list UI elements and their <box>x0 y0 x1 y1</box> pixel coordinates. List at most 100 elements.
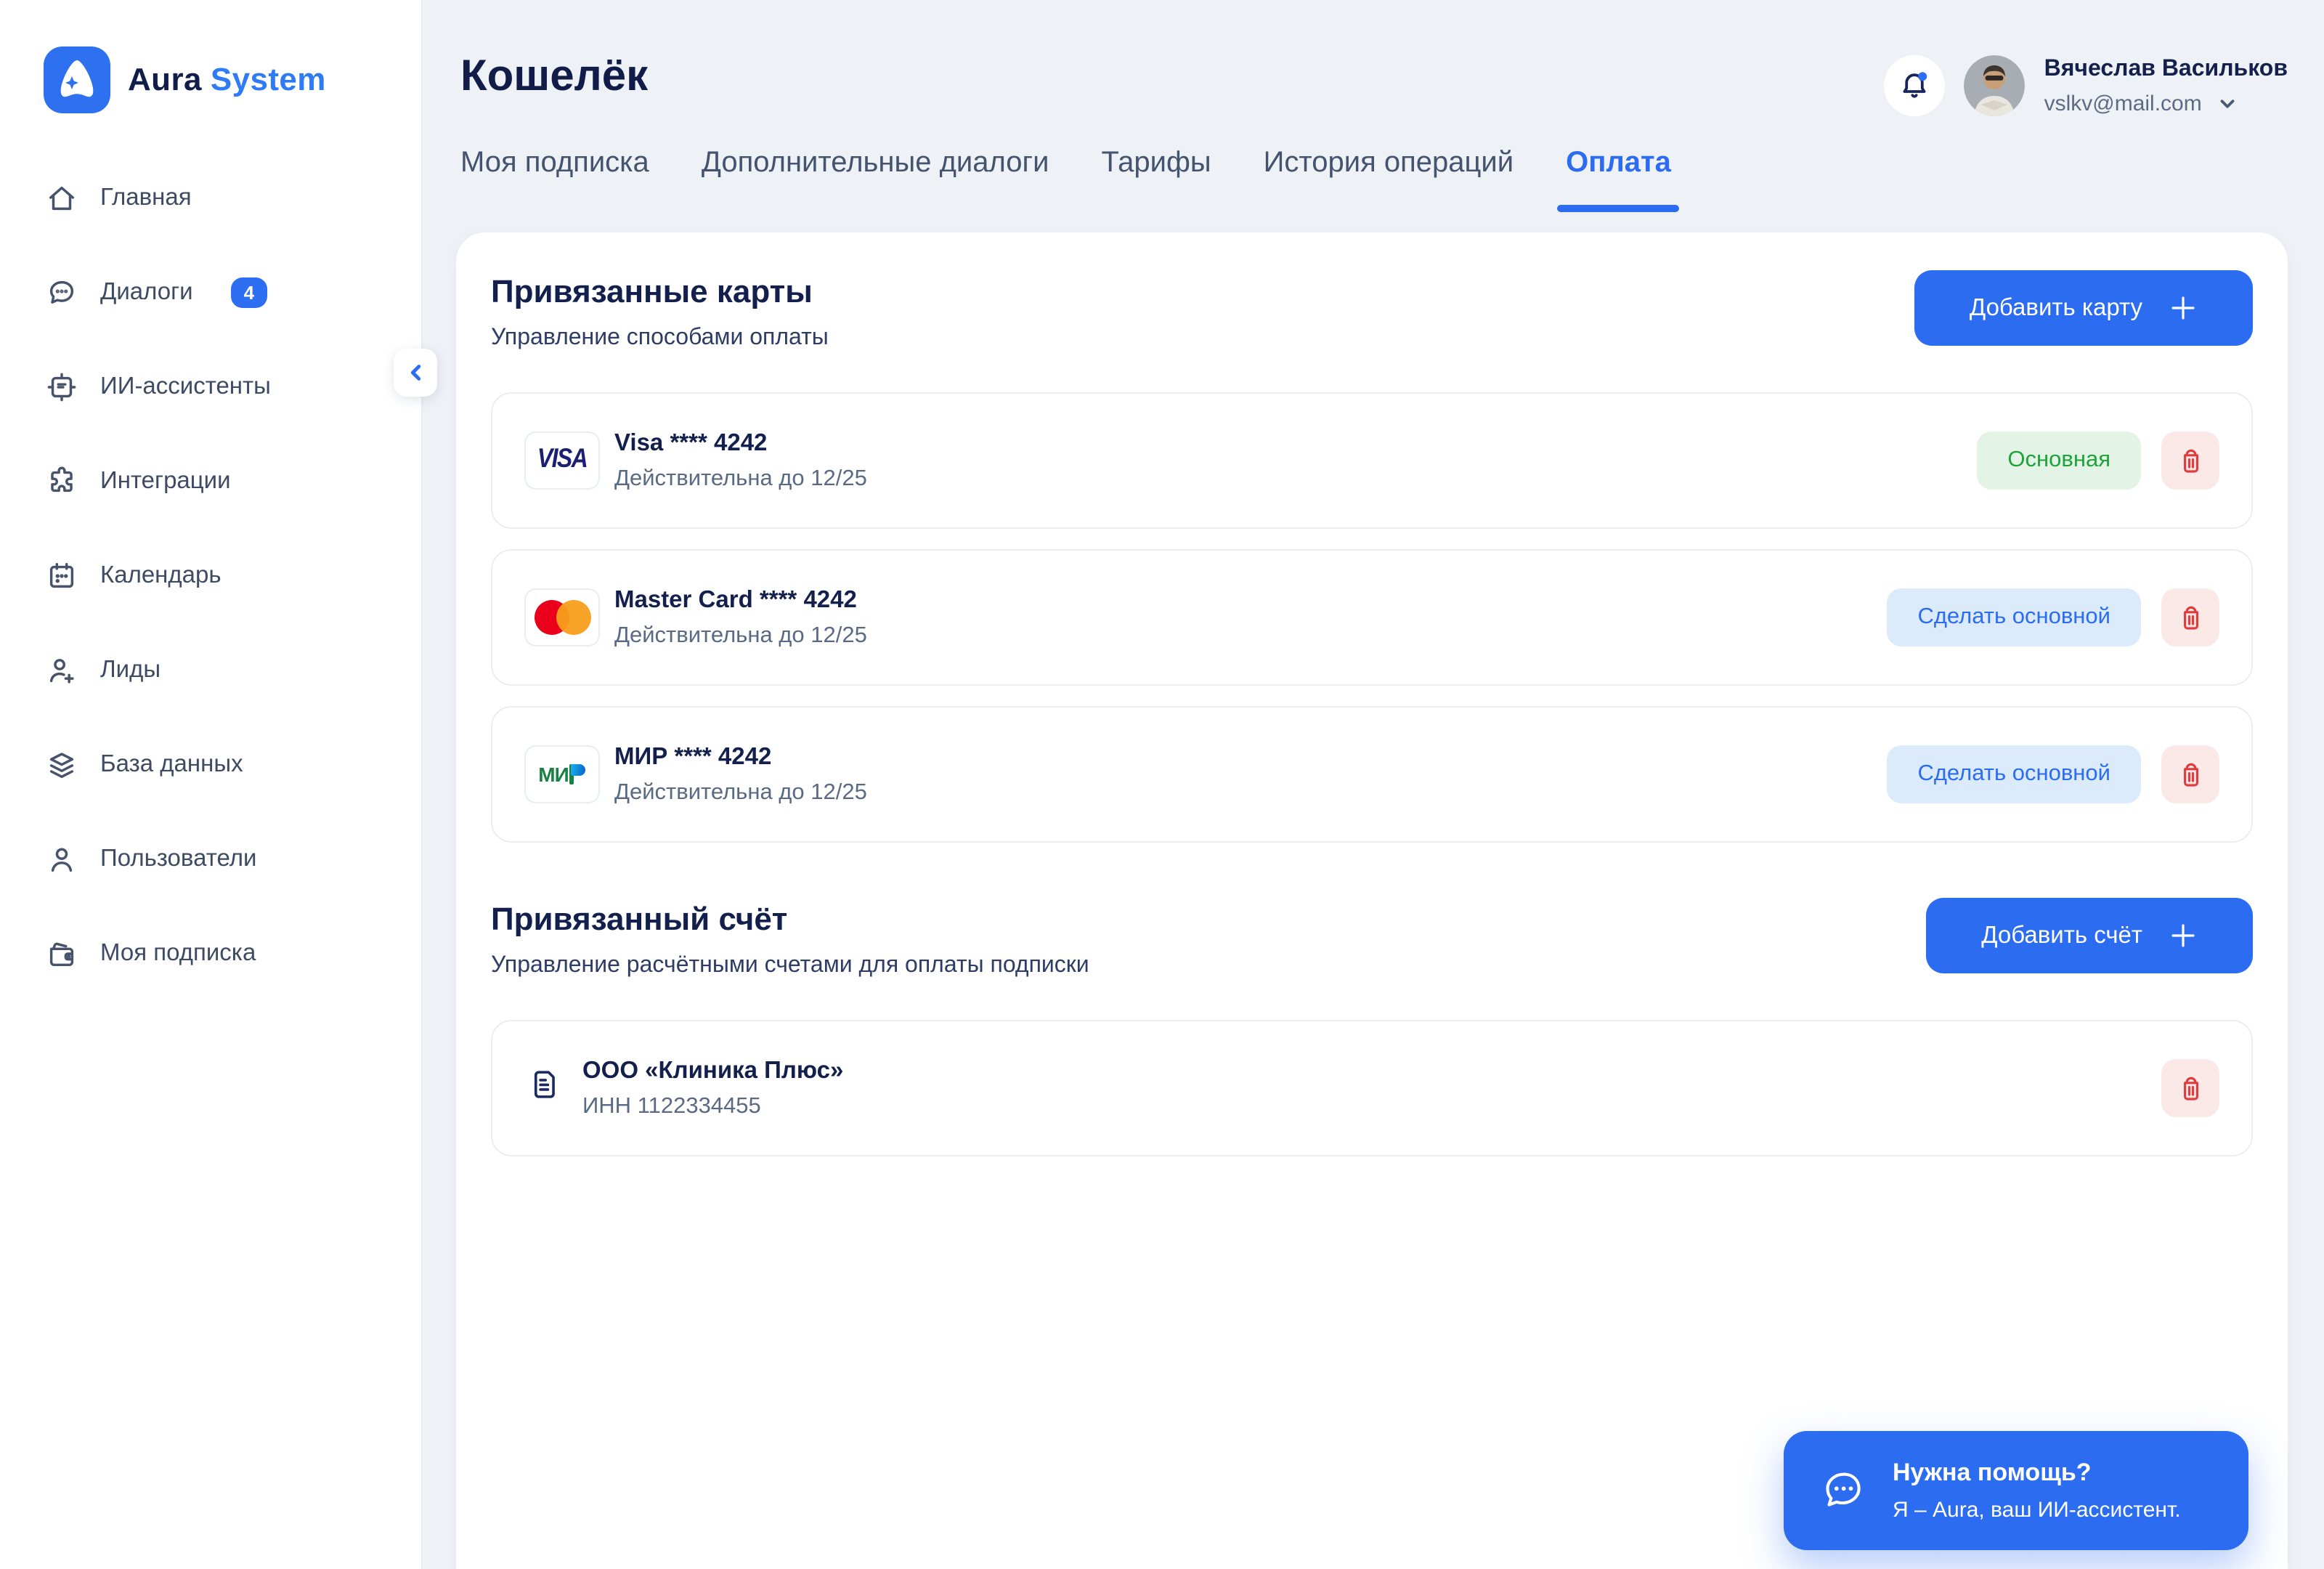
sidebar-item-calendar[interactable]: Календарь <box>0 529 421 623</box>
tab-bar: Моя подписка Дополнительные диалоги Тари… <box>460 147 1671 180</box>
brand-name: AuraSystem <box>128 61 326 99</box>
avatar[interactable] <box>1965 55 2026 116</box>
brand-name-accent: System <box>211 61 326 97</box>
account-section-title: Привязанный счёт <box>491 901 1089 938</box>
help-widget-subtitle: Я – Aura, ваш ИИ-ассистент. <box>1893 1498 2181 1523</box>
help-widget-title: Нужна помощь? <box>1893 1459 2181 1488</box>
card-row-visa: VISA Visa **** 4242 Действительна до 12/… <box>491 392 2253 529</box>
chevron-left-icon <box>405 362 426 384</box>
sidebar-item-label: Календарь <box>100 562 222 590</box>
trash-icon <box>2175 1073 2206 1103</box>
delete-card-button[interactable] <box>2161 745 2219 803</box>
card-title: Visa **** 4242 <box>614 431 867 455</box>
sidebar-item-database[interactable]: База данных <box>0 718 421 812</box>
payment-panel: Привязанные карты Управление способами о… <box>456 232 2288 1569</box>
sidebar-item-label: Интеграции <box>100 468 231 495</box>
card-expiry: Действительна до 12/25 <box>614 781 867 803</box>
layers-icon <box>45 748 78 782</box>
cards-list: VISA Visa **** 4242 Действительна до 12/… <box>491 392 2253 843</box>
mir-logo-icon: МИ <box>524 745 600 803</box>
aura-logo-icon <box>44 46 110 113</box>
sidebar-item-label: Пользователи <box>100 846 256 873</box>
user-name: Вячеслав Васильков <box>2044 57 2288 81</box>
add-card-button-label: Добавить карту <box>1970 294 2142 322</box>
delete-card-button[interactable] <box>2161 431 2219 490</box>
user-email: vslkv@mail.com <box>2044 92 2202 114</box>
cards-section-header: Привязанные карты Управление способами о… <box>491 270 2253 352</box>
add-card-button[interactable]: Добавить карту <box>1914 270 2253 346</box>
account-row: ООО «Клиника Плюс» ИНН 1122334455 <box>491 1020 2253 1156</box>
tab-payment[interactable]: Оплата <box>1566 147 1671 180</box>
sidebar-item-home[interactable]: Главная <box>0 151 421 246</box>
sidebar-nav: Главная Диалоги 4 ИИ-ассистенты Интеграц… <box>0 151 421 1001</box>
visa-logo-icon: VISA <box>524 431 600 490</box>
app-root: AuraSystem Главная Диалоги 4 ИИ-ассистен… <box>0 0 2324 1569</box>
puzzle-icon <box>45 465 78 498</box>
bell-icon <box>1898 68 1933 103</box>
trash-icon <box>2175 445 2206 476</box>
trash-icon <box>2175 602 2206 633</box>
chat-icon <box>45 276 78 309</box>
notifications-button[interactable] <box>1885 55 1946 116</box>
sidebar-item-label: Главная <box>100 185 192 212</box>
sidebar: AuraSystem Главная Диалоги 4 ИИ-ассистен… <box>0 0 423 1569</box>
account-inn: ИНН 1122334455 <box>582 1095 843 1117</box>
tab-operation-history[interactable]: История операций <box>1264 147 1514 180</box>
sidebar-item-label: Моя подписка <box>100 940 256 968</box>
sidebar-item-leads[interactable]: Лиды <box>0 623 421 718</box>
card-title: Master Card **** 4242 <box>614 588 867 612</box>
sidebar-item-dialogs[interactable]: Диалоги 4 <box>0 246 421 340</box>
tab-tariffs[interactable]: Тарифы <box>1101 147 1211 180</box>
cards-section-title: Привязанные карты <box>491 273 829 311</box>
sidebar-item-ai-assistants[interactable]: ИИ-ассистенты <box>0 340 421 434</box>
plus-icon <box>2169 921 2198 950</box>
tab-my-subscription[interactable]: Моя подписка <box>460 147 649 180</box>
user-info[interactable]: Вячеслав Васильков vslkv@mail.com <box>2044 57 2288 114</box>
card-expiry: Действительна до 12/25 <box>614 624 867 646</box>
accounts-list: ООО «Клиника Плюс» ИНН 1122334455 <box>491 1020 2253 1156</box>
sidebar-item-my-subscription[interactable]: Моя подписка <box>0 907 421 1001</box>
mastercard-logo-icon <box>524 588 600 646</box>
card-title: МИР **** 4242 <box>614 745 867 769</box>
chevron-down-icon[interactable] <box>2217 92 2238 114</box>
account-section-header: Привязанный счёт Управление расчётными с… <box>491 898 2253 979</box>
ai-help-widget[interactable]: Нужна помощь? Я – Aura, ваш ИИ-ассистент… <box>1784 1431 2248 1550</box>
wallet-icon <box>45 937 78 970</box>
card-row-mir: МИ МИР **** 4242 Действительна до 12/25 … <box>491 706 2253 843</box>
trash-icon <box>2175 759 2206 790</box>
home-icon <box>45 182 78 215</box>
card-row-mastercard: Master Card **** 4242 Действительна до 1… <box>491 549 2253 686</box>
user-plus-icon <box>45 654 78 687</box>
brand-name-primary: Aura <box>128 61 202 97</box>
add-account-button[interactable]: Добавить счёт <box>1926 898 2253 973</box>
chat-bubble-icon <box>1816 1464 1869 1517</box>
plus-icon <box>2169 293 2198 323</box>
sidebar-item-users[interactable]: Пользователи <box>0 812 421 907</box>
account-title: ООО «Клиника Плюс» <box>582 1059 843 1083</box>
cpu-icon <box>45 370 78 404</box>
page-title: Кошелёк <box>460 52 648 102</box>
sidebar-item-label: Лиды <box>100 657 161 684</box>
document-icon <box>524 1065 564 1111</box>
make-primary-button[interactable]: Сделать основной <box>1887 745 2141 803</box>
sidebar-item-integrations[interactable]: Интеграции <box>0 434 421 529</box>
account-section-subtitle: Управление расчётными счетами для оплаты… <box>491 953 1089 979</box>
sidebar-collapse-button[interactable] <box>394 349 437 397</box>
make-primary-button[interactable]: Сделать основной <box>1887 588 2141 646</box>
delete-card-button[interactable] <box>2161 588 2219 646</box>
main-area: Кошелёк Моя подписка Дополнительные диал… <box>421 0 2324 1569</box>
cards-section-subtitle: Управление способами оплаты <box>491 325 829 352</box>
dialogs-count-badge: 4 <box>231 277 267 308</box>
brand: AuraSystem <box>0 0 421 113</box>
user-icon <box>45 843 78 876</box>
sidebar-item-label: ИИ-ассистенты <box>100 373 271 401</box>
delete-account-button[interactable] <box>2161 1059 2219 1117</box>
header-user-cluster: Вячеслав Васильков vslkv@mail.com <box>1885 55 2288 116</box>
sidebar-item-label: Диалоги <box>100 279 193 307</box>
calendar-icon <box>45 559 78 593</box>
add-account-button-label: Добавить счёт <box>1981 922 2142 949</box>
tab-extra-dialogs[interactable]: Дополнительные диалоги <box>702 147 1049 180</box>
sidebar-item-label: База данных <box>100 751 243 779</box>
primary-card-badge: Основная <box>1977 431 2141 490</box>
card-expiry: Действительна до 12/25 <box>614 467 867 490</box>
